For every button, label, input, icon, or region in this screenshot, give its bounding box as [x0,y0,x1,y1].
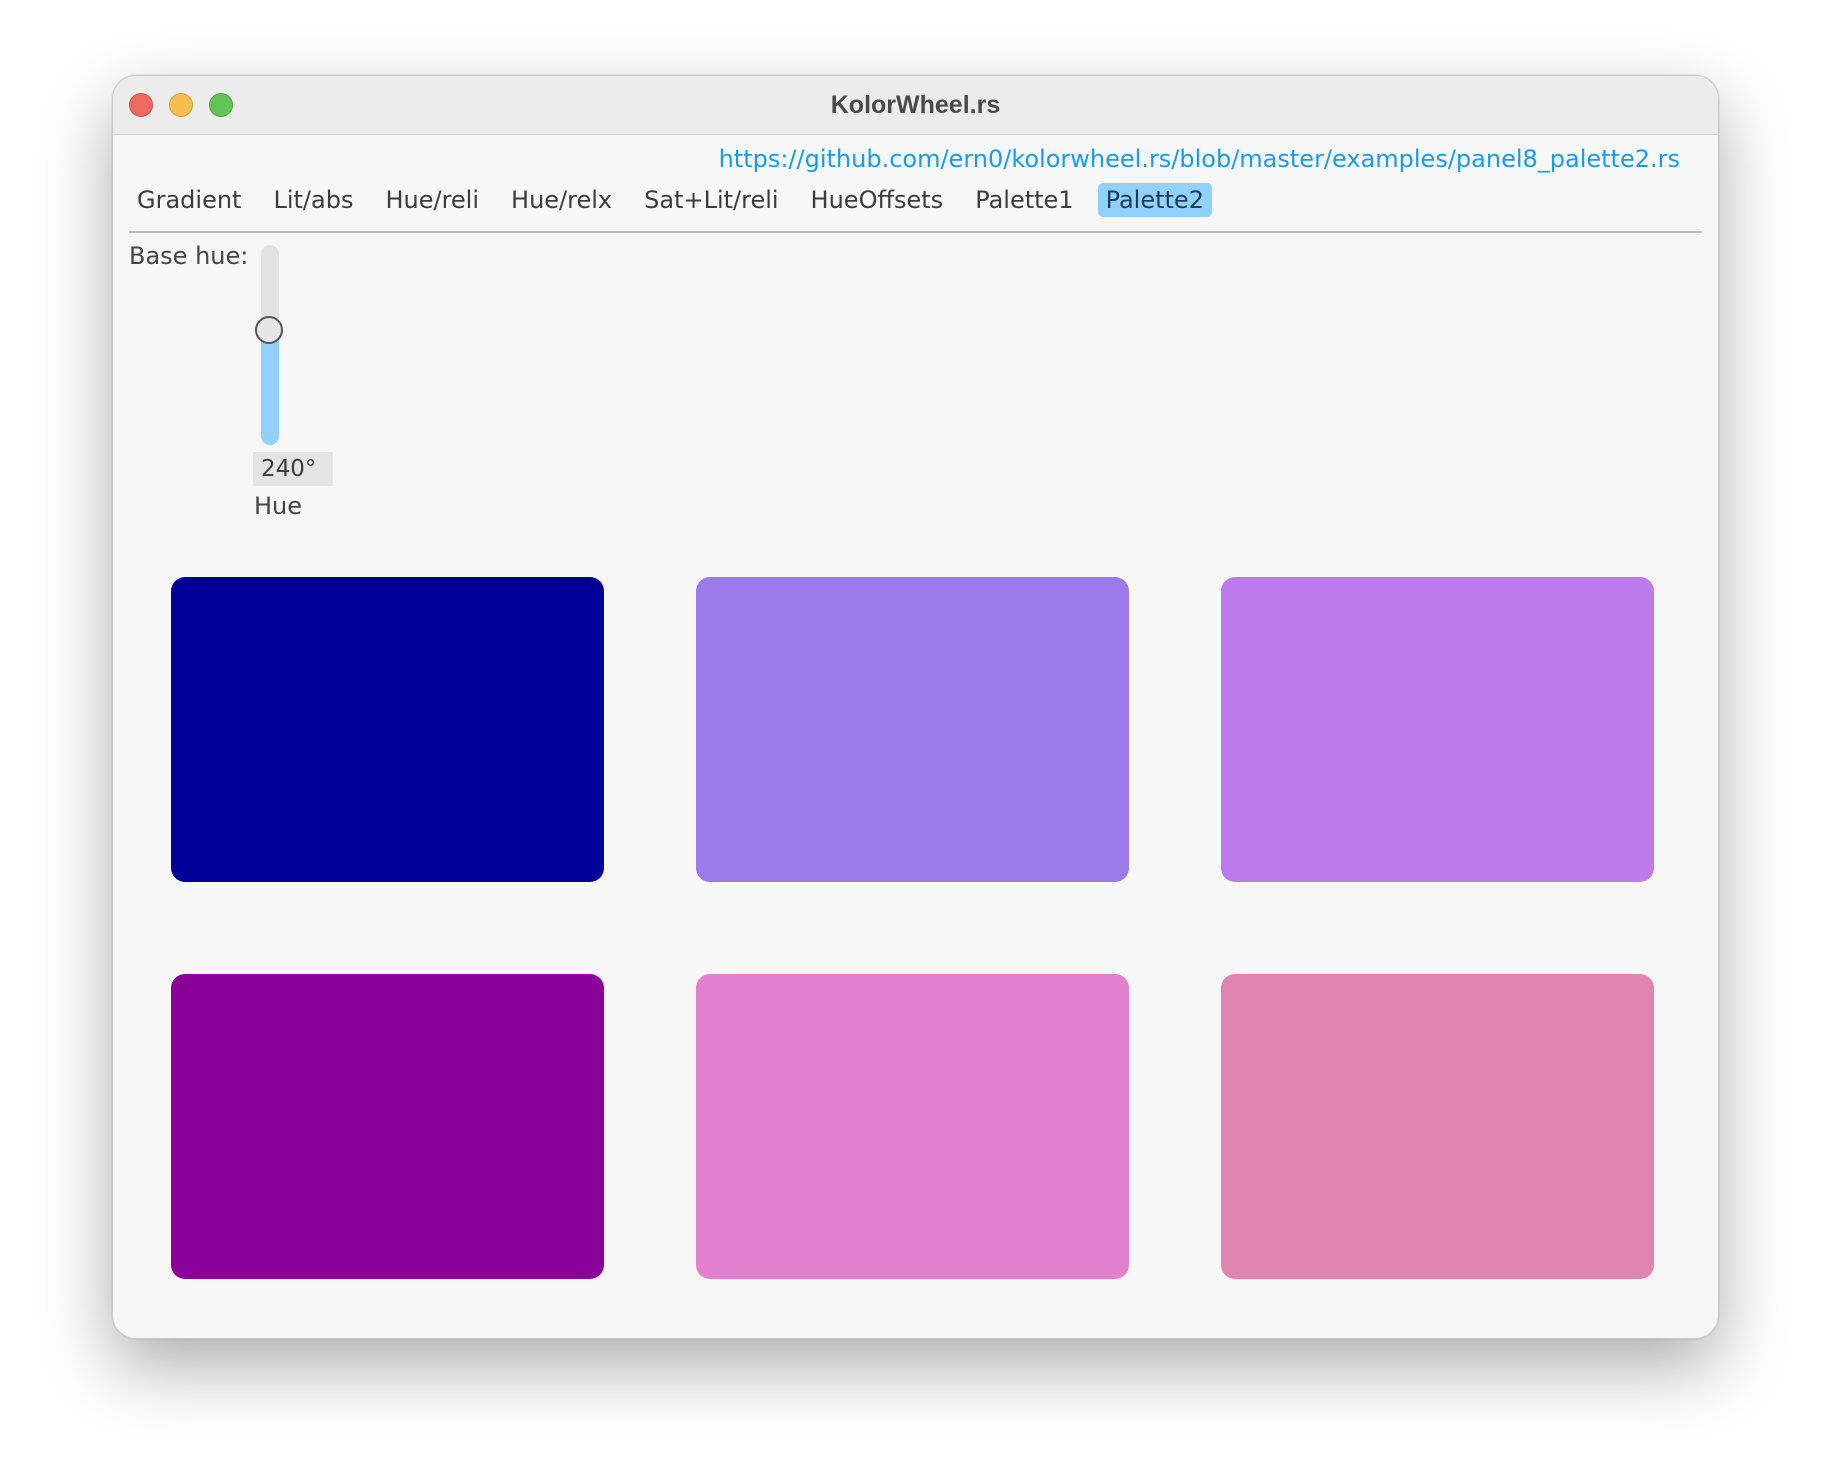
tab-bar: Gradient Lit/abs Hue/reli Hue/relx Sat+Lit/r… [129,182,1228,218]
tab-lit-abs[interactable]: Lit/abs [265,183,361,217]
source-link[interactable]: https://github.com/ern0/kolorwheel.rs/bl… [719,145,1680,173]
color-swatch [171,974,604,1279]
app-window: KolorWheel.rs https://github.com/ern0/ko… [112,75,1719,1339]
window-title: KolorWheel.rs [830,91,1001,119]
hue-slider-thumb[interactable] [255,315,283,344]
title-bar: KolorWheel.rs [113,76,1718,135]
main-panel: https://github.com/ern0/kolorwheel.rs/bl… [113,135,1718,1338]
tab-hueoffsets[interactable]: HueOffsets [803,183,952,217]
hue-slider-track[interactable] [261,245,279,445]
base-hue-label: Base hue: [129,242,249,270]
color-swatch [171,577,604,882]
tab-hue-relx[interactable]: Hue/relx [503,183,620,217]
hue-slider-fill [261,329,279,445]
color-swatch [696,577,1129,882]
tab-divider [129,231,1702,233]
tab-hue-reli[interactable]: Hue/reli [377,183,487,217]
tab-sat-lit-reli[interactable]: Sat+Lit/reli [636,183,786,217]
color-swatch [1221,974,1654,1279]
tab-palette2[interactable]: Palette2 [1097,183,1212,217]
color-swatch [696,974,1129,1279]
tab-palette1[interactable]: Palette1 [967,183,1081,217]
hue-value-field[interactable]: 240° [253,452,333,486]
tab-gradient[interactable]: Gradient [129,183,249,217]
color-swatch [1221,577,1654,882]
hue-slider-caption: Hue [254,492,303,520]
